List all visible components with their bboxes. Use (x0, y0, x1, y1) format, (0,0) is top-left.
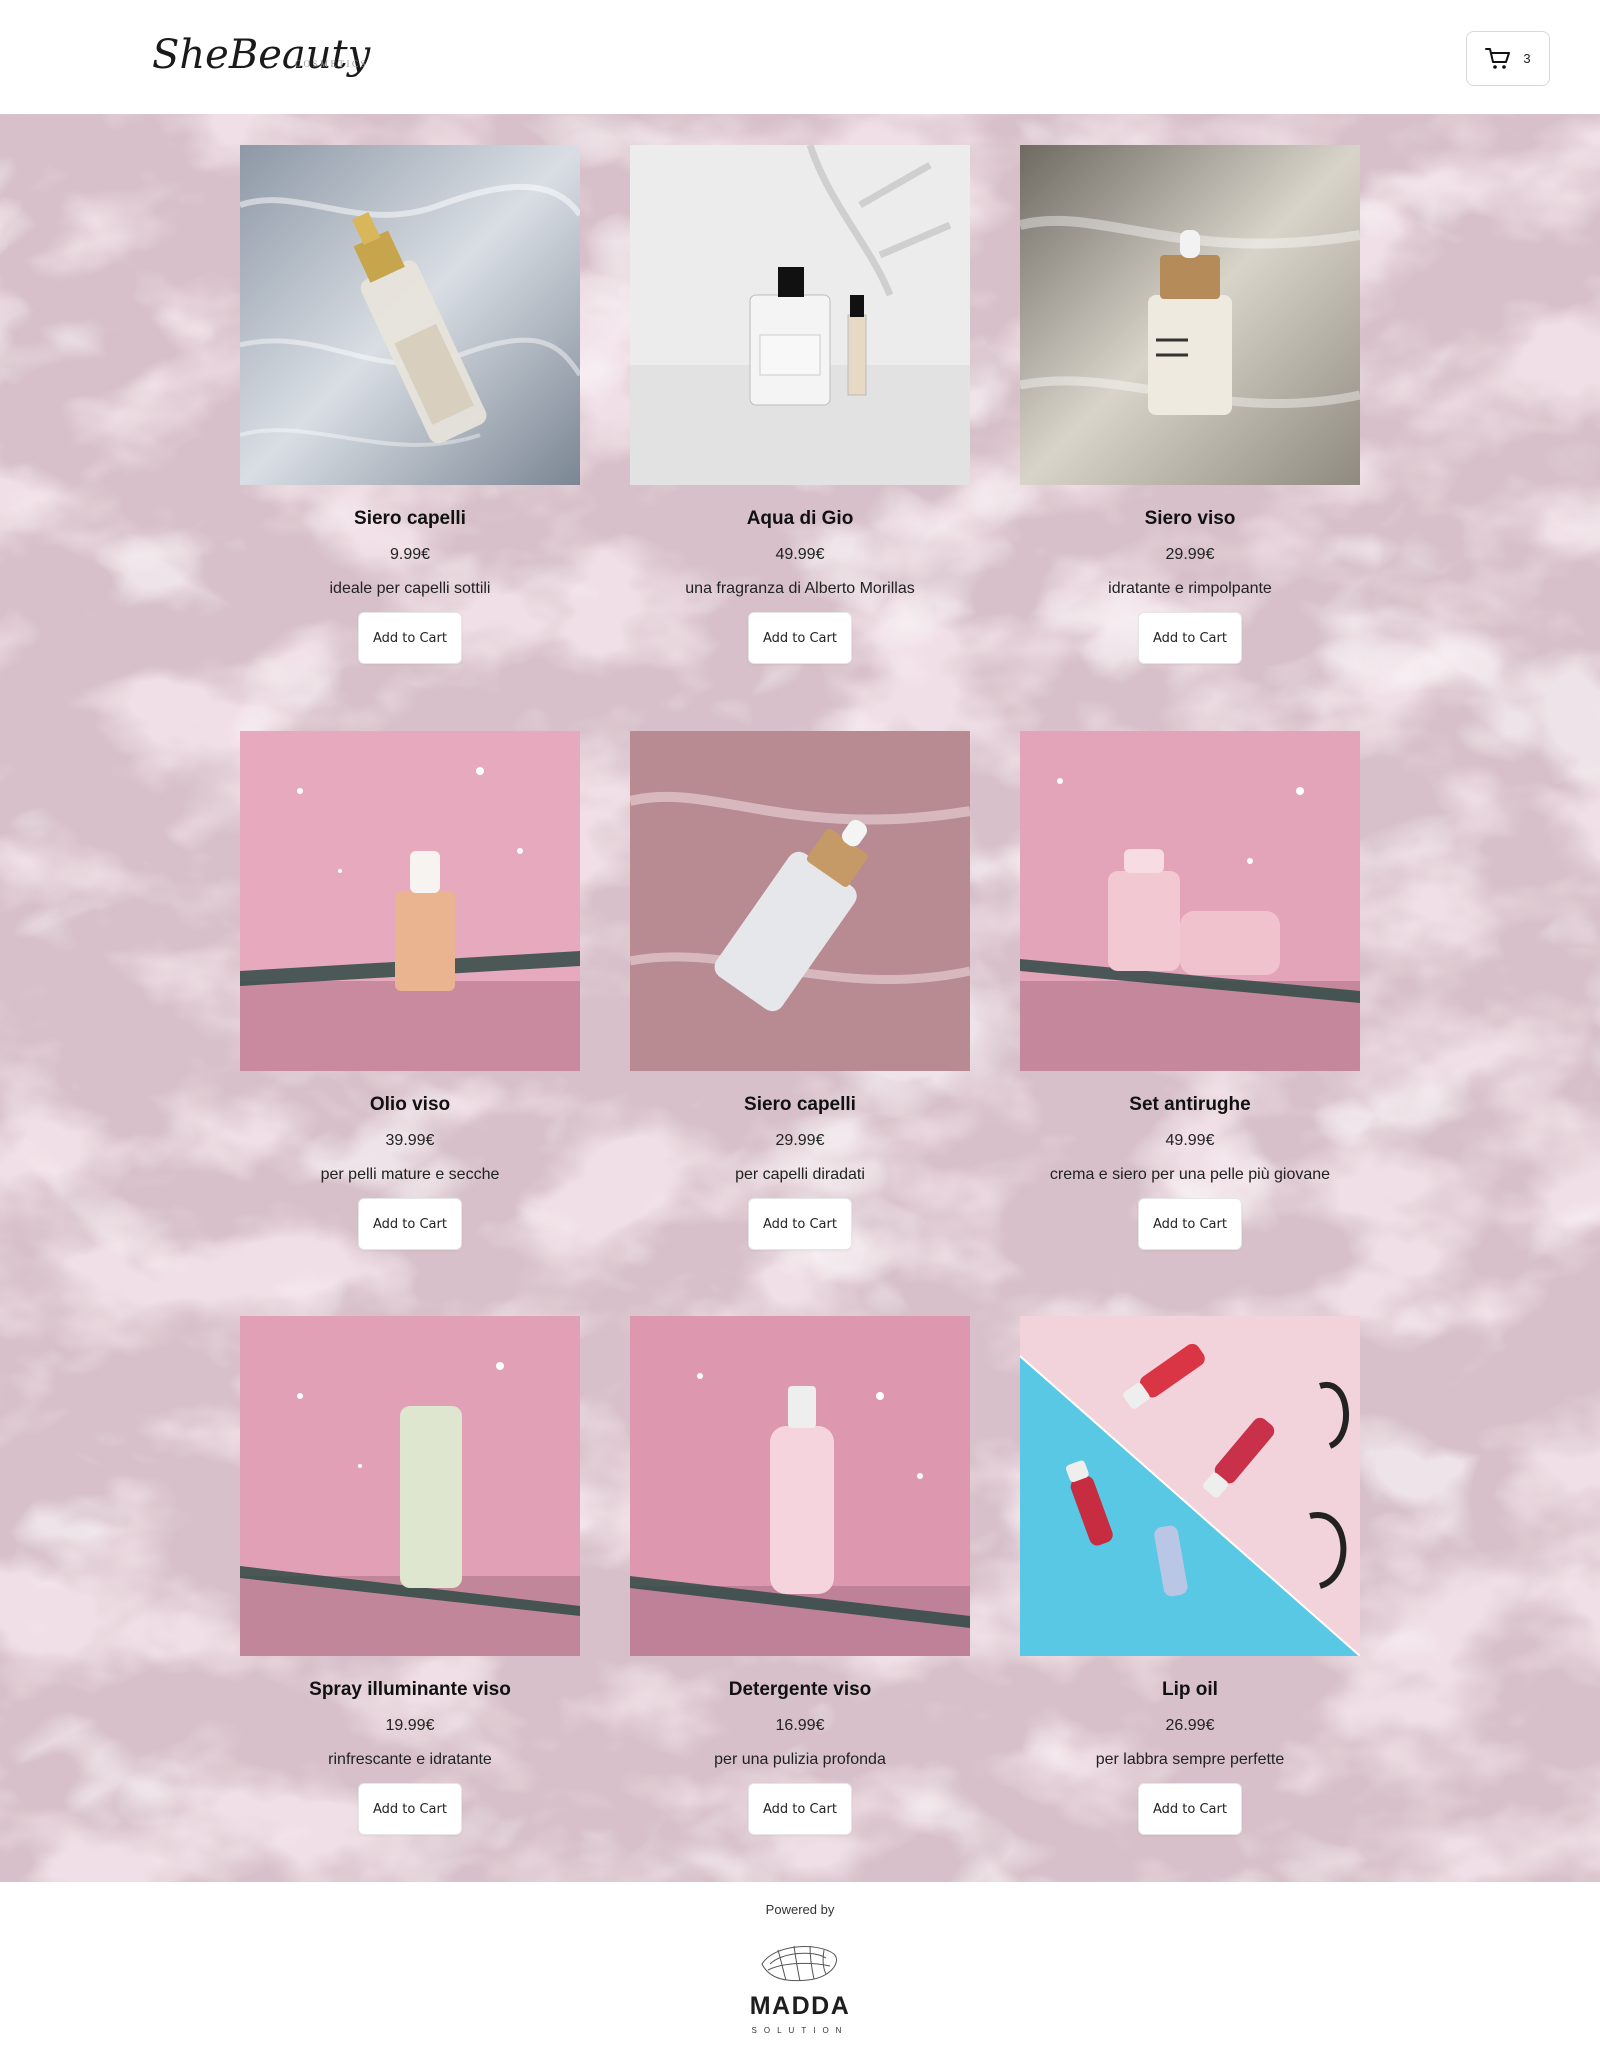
cart-icon (1485, 47, 1511, 69)
product-grid-section: Siero capelli 9.99€ ideale per capelli s… (0, 114, 1600, 1882)
product-image[interactable] (1020, 731, 1360, 1071)
add-to-cart-button[interactable]: Add to Cart (1138, 1198, 1242, 1250)
product-image[interactable] (240, 1316, 580, 1656)
product-name: Siero viso (1144, 508, 1236, 529)
product-price: 26.99€ (1165, 1717, 1215, 1734)
product-price: 49.99€ (775, 546, 825, 563)
product-price: 49.99€ (1165, 1132, 1215, 1149)
product-description: crema e siero per una pelle più giovane (1049, 1166, 1331, 1183)
product-card: Lip oil 26.99€ per labbra sempre perfett… (1020, 1316, 1360, 1835)
svg-text:MADDA: MADDA (750, 1992, 851, 2020)
product-price: 29.99€ (775, 1132, 825, 1149)
product-name: Spray illuminante viso (309, 1679, 511, 1700)
cart-button[interactable]: 3 (1466, 31, 1550, 86)
product-description: rinfrescante e idratante (328, 1751, 492, 1768)
svg-text:COSMETICS: COSMETICS (295, 59, 368, 69)
product-name: Aqua di Gio (746, 508, 854, 529)
site-footer: Powered by MADDA SOLUTION (0, 1882, 1600, 2056)
add-to-cart-button[interactable]: Add to Cart (1138, 612, 1242, 664)
svg-text:SheBeauty: SheBeauty (152, 32, 372, 78)
product-description: ideale per capelli sottili (329, 580, 491, 597)
powered-by-label: Powered by (765, 1902, 835, 1917)
product-image[interactable] (1020, 1316, 1360, 1656)
product-card: Detergente viso 16.99€ per una pulizia p… (630, 1316, 970, 1835)
product-price: 19.99€ (385, 1717, 435, 1734)
product-card: Aqua di Gio 49.99€ una fragranza di Albe… (630, 145, 970, 664)
add-to-cart-button[interactable]: Add to Cart (1138, 1783, 1242, 1835)
product-image[interactable] (1020, 145, 1360, 485)
product-image[interactable] (240, 145, 580, 485)
product-price: 39.99€ (385, 1132, 435, 1149)
add-to-cart-button[interactable]: Add to Cart (358, 612, 462, 664)
madda-logo[interactable]: MADDA SOLUTION (748, 1934, 852, 2044)
product-name: Siero capelli (354, 508, 466, 529)
product-name: Siero capelli (744, 1094, 856, 1115)
product-name: Olio viso (369, 1094, 451, 1115)
product-description: per labbra sempre perfette (1095, 1751, 1285, 1768)
product-card: Siero capelli 29.99€ per capelli diradat… (630, 731, 970, 1250)
madda-wireframe-icon (761, 1945, 837, 1982)
product-name: Lip oil (1162, 1679, 1218, 1700)
product-description: per pelli mature e secche (320, 1166, 500, 1183)
product-card: Siero capelli 9.99€ ideale per capelli s… (240, 145, 580, 664)
site-header: SheBeauty COSMETICS 3 (0, 0, 1600, 114)
product-card: Set antirughe 49.99€ crema e siero per u… (1020, 731, 1360, 1250)
product-card: Olio viso 39.99€ per pelli mature e secc… (240, 731, 580, 1250)
product-description: una fragranza di Alberto Morillas (685, 580, 915, 597)
add-to-cart-button[interactable]: Add to Cart (358, 1783, 462, 1835)
shebeauty-logo[interactable]: SheBeauty COSMETICS (150, 20, 380, 100)
product-price: 9.99€ (389, 546, 431, 563)
add-to-cart-button[interactable]: Add to Cart (748, 612, 852, 664)
product-name: Set antirughe (1129, 1094, 1251, 1115)
add-to-cart-button[interactable]: Add to Cart (748, 1783, 852, 1835)
product-image[interactable] (630, 1316, 970, 1656)
product-description: per capelli diradati (735, 1166, 865, 1183)
cart-count: 3 (1523, 51, 1531, 66)
product-image[interactable] (630, 145, 970, 485)
product-image[interactable] (630, 731, 970, 1071)
add-to-cart-button[interactable]: Add to Cart (748, 1198, 852, 1250)
product-name: Detergente viso (728, 1679, 872, 1700)
product-description: idratante e rimpolpante (1108, 580, 1272, 597)
product-price: 16.99€ (775, 1717, 825, 1734)
product-description: per una pulizia profonda (714, 1751, 886, 1768)
product-card: Spray illuminante viso 19.99€ rinfrescan… (240, 1316, 580, 1835)
svg-text:SOLUTION: SOLUTION (752, 2026, 849, 2035)
product-price: 29.99€ (1165, 546, 1215, 563)
product-image[interactable] (240, 731, 580, 1071)
add-to-cart-button[interactable]: Add to Cart (358, 1198, 462, 1250)
product-card: Siero viso 29.99€ idratante e rimpolpant… (1020, 145, 1360, 664)
